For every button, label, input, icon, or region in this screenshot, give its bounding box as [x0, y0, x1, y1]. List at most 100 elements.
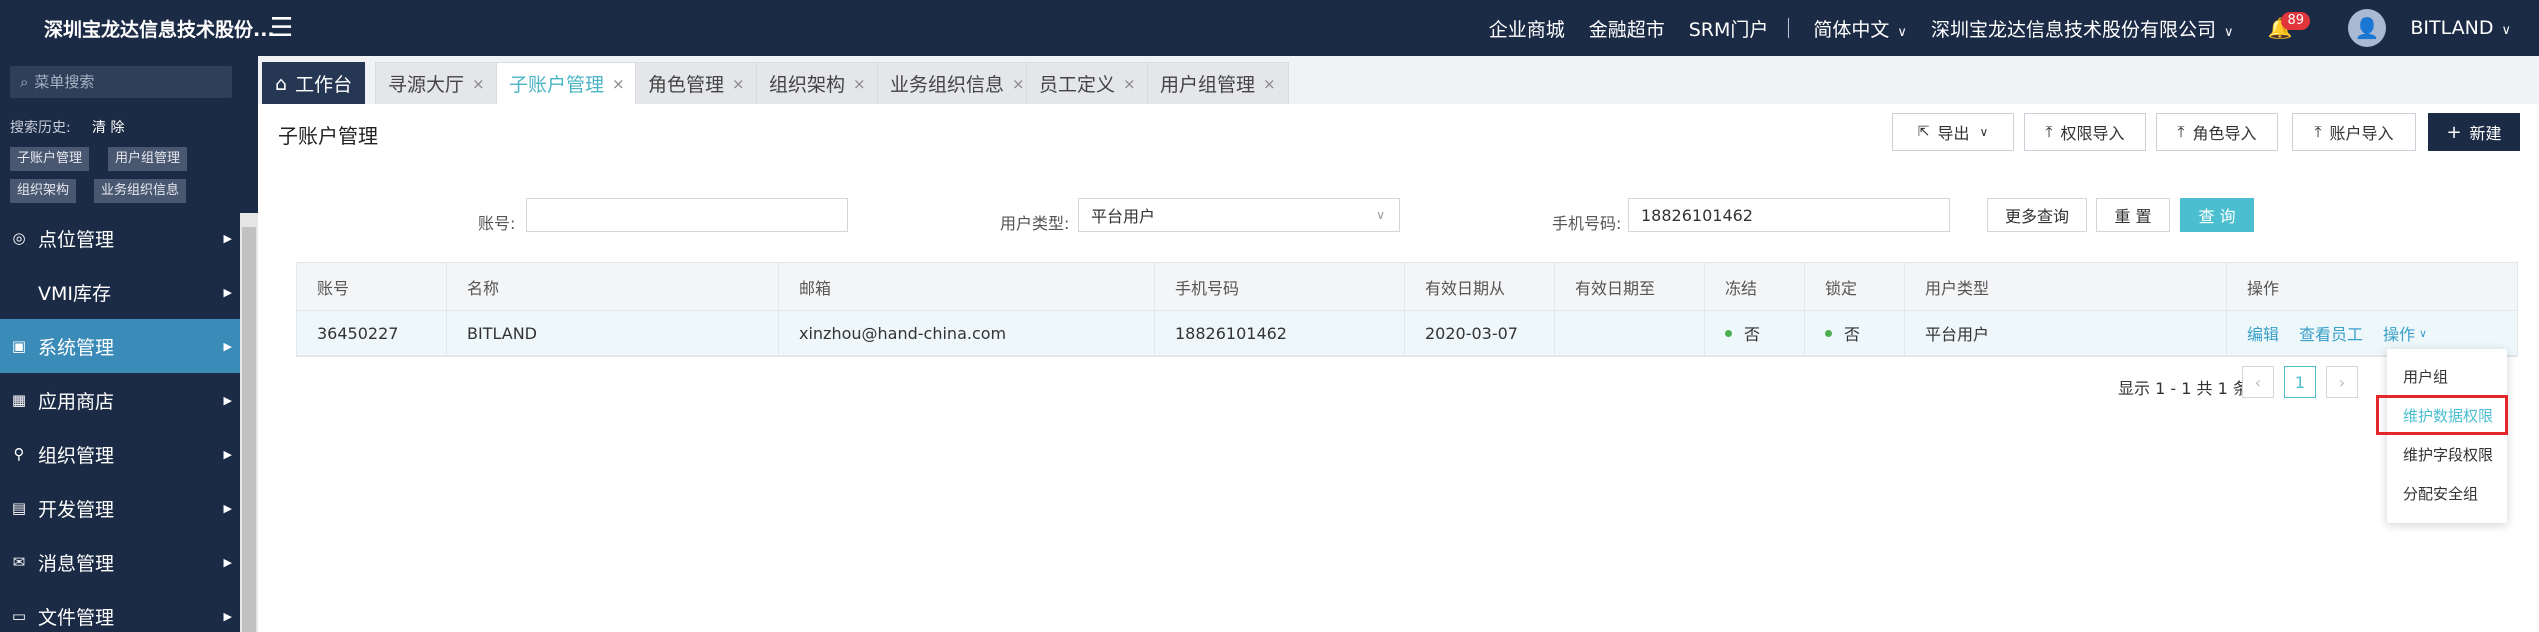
user-menu[interactable]: BITLAND ∨ — [2410, 17, 2511, 39]
notification-bell-icon[interactable]: 🔔 89 — [2267, 12, 2311, 40]
top-bar: 深圳宝龙达信息技术股份... ☰ 企业商城 金融超市 SRM门户 简体中文 ∨ 深… — [0, 0, 2539, 56]
scroll-thumb[interactable] — [242, 227, 256, 632]
link-srm-portal[interactable]: SRM门户 — [1689, 15, 1769, 42]
sidebar-item-vmi[interactable]: VMI库存 ▶ — [0, 265, 240, 319]
menu-item-maintain-data-permission[interactable]: 维护数据权限 — [2387, 396, 2507, 434]
sidebar-item-label: 开发管理 — [38, 498, 115, 521]
tab-label: 工作台 — [295, 74, 353, 96]
phone-input[interactable] — [1628, 198, 1950, 232]
tab-label: 子账户管理 — [509, 74, 605, 96]
next-page-button[interactable]: › — [2326, 366, 2358, 398]
sidebar-item-file[interactable]: ▭ 文件管理 ▶ — [0, 589, 240, 632]
account-import-button[interactable]: ⤒ 账户导入 — [2292, 113, 2416, 151]
prev-page-button[interactable]: ‹ — [2242, 366, 2274, 398]
history-chip[interactable]: 业务组织信息 — [94, 179, 187, 203]
tab-user-group[interactable]: 用户组管理 × — [1147, 62, 1289, 104]
role-import-button[interactable]: ⤒ 角色导入 — [2156, 113, 2278, 151]
language-label: 简体中文 — [1813, 18, 1890, 41]
cell-locked: 否 — [1805, 311, 1905, 355]
chevron-right-icon: › — [2338, 372, 2346, 392]
sidebar-item-label: 文件管理 — [38, 606, 115, 629]
tab-sourcing-hall[interactable]: 寻源大厅 × — [375, 62, 498, 104]
close-icon[interactable]: × — [1123, 75, 1136, 93]
message-icon: ✉ — [12, 553, 26, 571]
tab-workbench[interactable]: ⌂ 工作台 — [262, 62, 366, 104]
more-actions-link[interactable]: 操作 — [2383, 321, 2415, 345]
close-icon[interactable]: × — [1012, 75, 1025, 93]
tab-label: 用户组管理 — [1160, 74, 1256, 96]
sidebar-item-label: VMI库存 — [38, 282, 111, 305]
history-chip[interactable]: 组织架构 — [10, 179, 77, 203]
close-icon[interactable]: × — [1263, 75, 1276, 93]
account-label: 账号: — [478, 214, 516, 233]
sidebar-item-label: 组织管理 — [38, 444, 115, 467]
sidebar-item-dev[interactable]: ▤ 开发管理 ▶ — [0, 481, 240, 535]
divider — [1788, 18, 1790, 38]
menu-item-assign-security-group[interactable]: 分配安全组 — [2387, 474, 2507, 512]
table-row[interactable]: 36450227 BITLAND xinzhou@hand-china.com … — [297, 311, 2517, 356]
location-icon: ◎ — [12, 229, 26, 247]
cell-user-type: 平台用户 — [1905, 311, 2227, 355]
table-header: 账号 名称 邮箱 手机号码 有效日期从 有效日期至 冻结 锁定 用户类型 操作 — [297, 263, 2517, 311]
tab-business-org[interactable]: 业务组织信息 × — [877, 62, 1038, 104]
sidebar-scrollbar[interactable] — [240, 213, 258, 632]
query-button[interactable]: 查 询 — [2180, 198, 2254, 232]
history-chip[interactable]: 用户组管理 — [108, 147, 188, 171]
export-icon: ⇱ — [1917, 124, 1930, 140]
menu-search-input[interactable] — [34, 73, 215, 91]
company-select[interactable]: 深圳宝龙达信息技术股份有限公司 ∨ — [1931, 15, 2234, 42]
sub-account-table: 账号 名称 邮箱 手机号码 有效日期从 有效日期至 冻结 锁定 用户类型 操作 … — [296, 262, 2518, 357]
user-type-label: 用户类型: — [1000, 214, 1070, 233]
permission-import-button[interactable]: ⤒ 权限导入 — [2024, 113, 2146, 151]
close-icon[interactable]: × — [732, 75, 745, 93]
close-icon[interactable]: × — [612, 75, 625, 93]
sidebar-item-app-store[interactable]: ▦ 应用商店 ▶ — [0, 373, 240, 427]
sidebar-item-org[interactable]: ⚲ 组织管理 ▶ — [0, 427, 240, 481]
chevron-down-icon: ∨ — [1376, 208, 1385, 222]
close-icon[interactable]: × — [472, 75, 485, 93]
tab-label: 业务组织信息 — [890, 74, 1005, 96]
link-finance-market[interactable]: 金融超市 — [1589, 15, 1665, 42]
account-input[interactable] — [526, 198, 848, 232]
chevron-down-icon: ∨ — [2501, 23, 2511, 38]
tab-role-management[interactable]: 角色管理 × — [635, 62, 758, 104]
edit-link[interactable]: 编辑 — [2247, 321, 2279, 345]
link-enterprise-mall[interactable]: 企业商城 — [1489, 15, 1565, 42]
sidebar-item-location[interactable]: ◎ 点位管理 ▶ — [0, 211, 240, 265]
create-button[interactable]: + 新建 — [2428, 113, 2520, 151]
menu-item-user-group[interactable]: 用户组 — [2387, 357, 2507, 395]
sidebar-item-message[interactable]: ✉ 消息管理 ▶ — [0, 535, 240, 589]
avatar[interactable]: 👤 — [2348, 9, 2387, 47]
menu-item-maintain-field-permission[interactable]: 维护字段权限 — [2387, 435, 2507, 473]
home-icon: ⌂ — [275, 72, 288, 95]
reset-button[interactable]: 重 置 — [2096, 198, 2170, 232]
more-query-button[interactable]: 更多查询 — [1987, 198, 2087, 232]
cell-valid-to — [1555, 311, 1705, 355]
sidebar-item-system[interactable]: ▣ 系统管理 ▶ — [0, 319, 240, 373]
menu-fold-icon[interactable]: ☰ — [270, 13, 293, 43]
app-title[interactable]: 深圳宝龙达信息技术股份... — [0, 15, 275, 42]
user-type-value: 平台用户 — [1091, 207, 1156, 226]
upload-icon: ⤒ — [2045, 122, 2053, 141]
page-number[interactable]: 1 — [2284, 366, 2316, 398]
user-type-select[interactable]: 平台用户 ∨ — [1078, 198, 1400, 232]
caret-right-icon: ▶ — [223, 609, 232, 623]
status-dot — [1725, 329, 1732, 337]
close-icon[interactable]: × — [853, 75, 866, 93]
view-staff-link[interactable]: 查看员工 — [2299, 321, 2363, 345]
clear-history-button[interactable]: 清 除 — [92, 117, 124, 137]
history-chip[interactable]: 子账户管理 — [10, 147, 90, 171]
page-title: 子账户管理 — [278, 124, 378, 148]
tab-sub-account[interactable]: 子账户管理 × — [496, 62, 638, 104]
main-panel: 子账户管理 ⇱ 导出 ∨ ⤒ 权限导入 ⤒ 角色导入 ⤒ 账户导入 + 新建 账号: 用户类… — [258, 104, 2539, 632]
cell-email: xinzhou@hand-china.com — [779, 311, 1155, 355]
export-button[interactable]: ⇱ 导出 ∨ — [1892, 113, 2014, 151]
menu-search[interactable]: ⌕ — [10, 66, 232, 98]
chevron-down-icon: ∨ — [2419, 326, 2428, 340]
col-header: 操作 — [2247, 278, 2280, 298]
tab-employee-def[interactable]: 员工定义 × — [1026, 62, 1149, 104]
language-select[interactable]: 简体中文 ∨ — [1813, 15, 1907, 42]
tab-org-structure[interactable]: 组织架构 × — [756, 62, 879, 104]
upload-icon: ⤒ — [2177, 122, 2185, 141]
status-dot — [1825, 329, 1832, 337]
